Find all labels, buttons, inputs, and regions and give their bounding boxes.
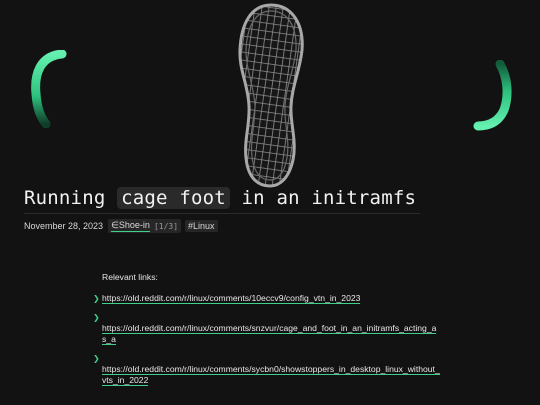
shoe-sole-icon: [238, 3, 304, 188]
tag-linux[interactable]: #Linux: [185, 220, 218, 232]
series-badge[interactable]: ∈Shoe-in [1/3]: [108, 219, 182, 233]
page-title: Running cage foot in an initramfs: [24, 187, 416, 209]
hero-image: [0, 0, 540, 190]
right-bracket-icon: [473, 60, 512, 131]
title-text-end: in an initramfs: [241, 187, 417, 209]
title-code: cage foot: [117, 187, 230, 209]
link-config-vtn[interactable]: https://old.reddit.com/r/linux/comments/…: [102, 293, 361, 304]
link-showstoppers[interactable]: https://old.reddit.com/r/linux/comments/…: [102, 364, 440, 386]
post-meta: November 28, 2023 ∈Shoe-in [1/3] #Linux: [24, 218, 222, 234]
link-cage-and-foot[interactable]: https://old.reddit.com/r/linux/comments/…: [102, 323, 437, 345]
title-text-start: Running: [24, 187, 106, 209]
post-content: Relevant links: ❯ https://old.reddit.com…: [93, 272, 440, 398]
chevron-right-icon: ❯: [93, 354, 100, 363]
list-item: ❯ https://old.reddit.com/r/linux/comment…: [93, 354, 440, 386]
list-item: ❯ https://old.reddit.com/r/linux/comment…: [93, 313, 440, 345]
list-item: ❯ https://old.reddit.com/r/linux/comment…: [93, 293, 440, 304]
chevron-right-icon: ❯: [93, 313, 100, 322]
title-divider: [24, 213, 420, 214]
chevron-right-icon: ❯: [93, 294, 100, 303]
left-bracket-icon: [31, 50, 67, 128]
series-link[interactable]: ∈Shoe-in: [111, 220, 150, 232]
page: Running cage foot in an initramfs Novemb…: [0, 0, 540, 405]
post-date: November 28, 2023: [24, 221, 104, 231]
series-count: [1/3]: [153, 221, 179, 231]
relevant-links-heading: Relevant links:: [102, 272, 158, 282]
